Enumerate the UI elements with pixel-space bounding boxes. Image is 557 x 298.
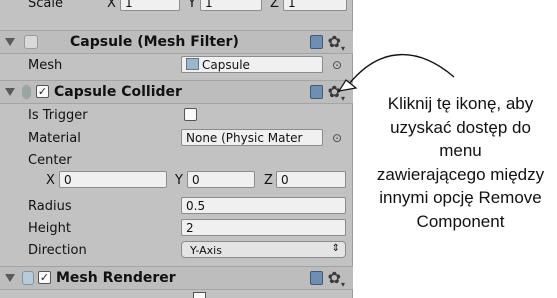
center-x-label: X — [46, 173, 55, 188]
inspector-panel: Scale X 1 Y 1 Z 1 Capsule (Mesh Filter) … — [0, 0, 353, 298]
next-checkbox-partial[interactable] — [193, 292, 206, 298]
direction-row: Direction Y-Axis ⇕ — [0, 240, 353, 262]
scale-y-field[interactable]: 1 — [200, 0, 262, 11]
collider-icon — [22, 85, 31, 99]
scale-y-label: Y — [188, 0, 196, 11]
mesh-renderer-header[interactable]: ✓ Mesh Renderer ✿▾ — [0, 266, 353, 290]
is-trigger-row: Is Trigger — [0, 105, 353, 127]
mesh-value: Capsule — [202, 58, 250, 72]
is-trigger-checkbox[interactable] — [184, 108, 197, 121]
scale-x-label: X — [107, 0, 116, 11]
direction-select[interactable]: Y-Axis ⇕ — [181, 241, 346, 258]
mesh-filter-header[interactable]: Capsule (Mesh Filter) ✿▾ — [0, 30, 353, 54]
center-z-label: Z — [264, 173, 273, 188]
dropdown-arrows-icon: ⇕ — [331, 243, 340, 254]
center-y-label: Y — [175, 173, 183, 188]
mesh-filter-title: Capsule (Mesh Filter) — [70, 34, 239, 50]
foldout-arrow-icon[interactable] — [5, 274, 15, 282]
direction-label: Direction — [28, 243, 87, 258]
gear-icon[interactable]: ✿▾ — [328, 32, 345, 53]
mesh-field[interactable]: Capsule — [181, 56, 323, 73]
mesh-row: Mesh Capsule ⊙ — [0, 55, 353, 77]
foldout-arrow-icon[interactable] — [5, 88, 15, 96]
height-row: Height 2 — [0, 218, 353, 240]
center-values-row: X 0 Y 0 Z 0 — [0, 170, 353, 192]
object-picker-icon[interactable]: ⊙ — [332, 131, 342, 145]
center-x-field[interactable]: 0 — [59, 171, 167, 188]
is-trigger-label: Is Trigger — [28, 108, 88, 123]
object-picker-icon[interactable]: ⊙ — [332, 58, 342, 72]
callout-line: Kliknij tę ikonę, aby — [387, 94, 534, 113]
center-label: Center — [28, 153, 72, 168]
callout-line: uzyskać dostęp do menu — [390, 117, 531, 161]
radius-field[interactable]: 0.5 — [181, 197, 346, 214]
callout-line: zawierającego między — [376, 164, 545, 184]
material-field[interactable]: None (Physic Mater — [181, 129, 323, 146]
height-field[interactable]: 2 — [181, 219, 346, 236]
capsule-collider-title: Capsule Collider — [54, 84, 182, 100]
scale-z-label: Z — [270, 0, 279, 11]
radius-row: Radius 0.5 — [0, 196, 353, 218]
scale-row: Scale X 1 Y 1 Z 1 — [0, 0, 353, 15]
scale-label: Scale — [28, 0, 63, 11]
material-row: Material None (Physic Mater ⊙ — [0, 128, 353, 150]
scale-x-field[interactable]: 1 — [120, 0, 180, 11]
book-icon[interactable] — [310, 271, 323, 285]
material-label: Material — [28, 131, 81, 146]
center-label-row: Center — [0, 150, 353, 172]
mesh-renderer-icon — [22, 271, 34, 285]
center-y-field[interactable]: 0 — [187, 171, 255, 188]
callout-text: Kliknij tę ikonę, aby uzyskać dostęp do … — [368, 92, 553, 233]
radius-label: Radius — [28, 199, 72, 214]
scale-z-field[interactable]: 1 — [283, 0, 347, 11]
foldout-arrow-icon[interactable] — [5, 38, 15, 46]
book-icon[interactable] — [310, 35, 323, 49]
center-z-field[interactable]: 0 — [276, 171, 346, 188]
collider-enable-checkbox[interactable]: ✓ — [36, 85, 49, 98]
height-label: Height — [28, 221, 71, 236]
gear-icon[interactable]: ✿▾ — [328, 82, 345, 103]
direction-value: Y-Axis — [190, 244, 222, 257]
mesh-filter-icon — [24, 35, 38, 49]
callout-line: Component — [416, 211, 505, 231]
mesh-label: Mesh — [28, 58, 63, 73]
mesh-renderer-enable-checkbox[interactable]: ✓ — [38, 271, 51, 284]
mesh-asset-icon — [186, 58, 199, 70]
book-icon[interactable] — [310, 85, 323, 99]
mesh-renderer-title: Mesh Renderer — [56, 270, 176, 286]
capsule-collider-header[interactable]: ✓ Capsule Collider ✿▾ — [0, 80, 353, 104]
callout-line: innymi opcję Remove — [379, 188, 542, 207]
gear-icon[interactable]: ✿▾ — [328, 268, 345, 289]
